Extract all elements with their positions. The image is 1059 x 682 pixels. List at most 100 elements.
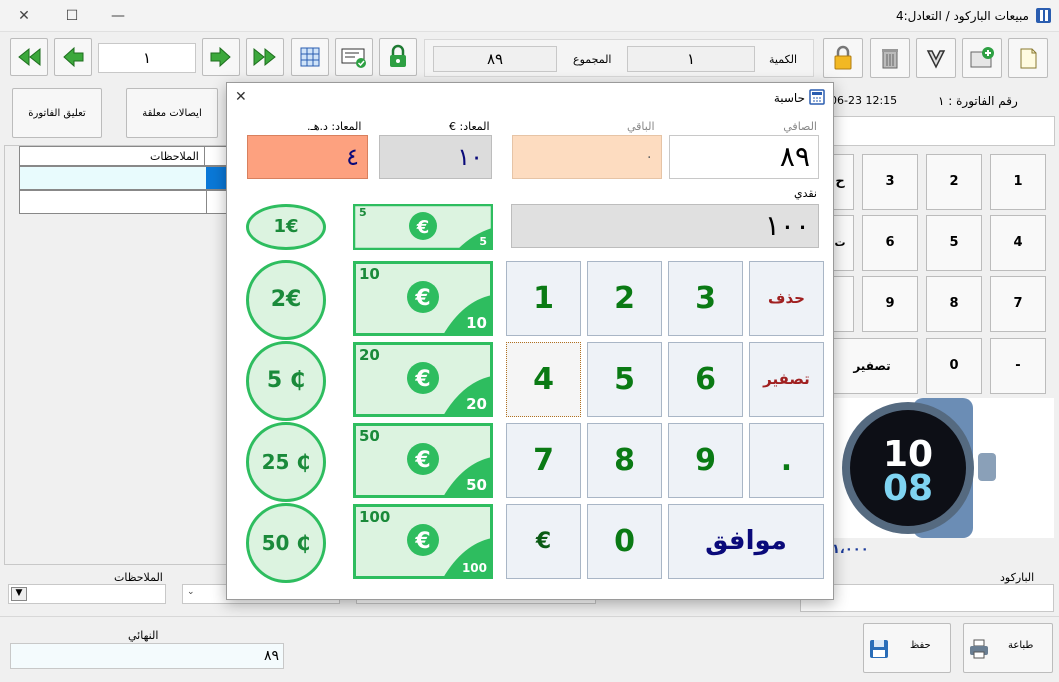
printer-icon: [970, 639, 988, 659]
keypad-key[interactable]: -: [990, 338, 1046, 394]
svg-text:€: €: [414, 529, 430, 554]
calc-key-euro[interactable]: €: [506, 504, 581, 579]
note-5-button[interactable]: € 5 5: [352, 203, 494, 251]
remaining-label: الباقي: [627, 120, 655, 133]
lock-green-button[interactable]: [379, 38, 417, 76]
net-display: ٨٩: [669, 135, 819, 179]
save-icon: [870, 640, 888, 658]
keypad-key[interactable]: 5: [926, 215, 982, 271]
lock-button[interactable]: [823, 38, 863, 78]
coin-5-button[interactable]: 5 ₵: [246, 341, 326, 421]
change-aed-label: المعاد: د.هـ.: [307, 120, 362, 133]
calculator-title: حاسبة: [773, 91, 805, 105]
shield-icon: [926, 50, 946, 69]
new-invoice-button[interactable]: [1008, 38, 1048, 78]
note-value: 20: [466, 395, 487, 413]
calc-delete-button[interactable]: حذف: [749, 261, 824, 336]
remaining-display: ٠: [512, 135, 662, 179]
change-eur-display: ١٠: [379, 135, 492, 179]
keypad-key[interactable]: 3: [862, 154, 918, 210]
calc-ok-button[interactable]: موافق: [668, 504, 824, 579]
notes-dropdown[interactable]: ▼: [8, 584, 166, 604]
calc-key-8[interactable]: 8: [587, 423, 662, 498]
new-document-icon: [1020, 48, 1037, 69]
smartwatch-image: 10 08: [842, 398, 996, 538]
keypad-key[interactable]: تصفير: [826, 338, 918, 394]
totals-box: ٨٩ المجموع ١ الكمية: [424, 39, 814, 77]
svg-text:€: €: [414, 448, 430, 473]
receipt-check-icon: [341, 48, 366, 68]
padlock-icon: [834, 45, 852, 70]
euro-note-icon: €: [352, 203, 494, 251]
double-arrow-right-icon: [253, 47, 276, 67]
invoice-info-field[interactable]: [828, 116, 1055, 146]
calc-key-3[interactable]: 3: [668, 261, 743, 336]
table-row[interactable]: [19, 166, 232, 190]
keypad-key[interactable]: 7: [990, 276, 1046, 332]
keypad-key[interactable]: 0: [926, 338, 982, 394]
held-receipts-button[interactable]: ايصالات معلقة: [126, 88, 218, 138]
total-value: ٨٩: [433, 46, 557, 72]
calc-key-6[interactable]: 6: [668, 342, 743, 417]
keypad-key[interactable]: 9: [862, 276, 918, 332]
calc-key-1[interactable]: 1: [506, 261, 581, 336]
close-calculator-button[interactable]: ✕: [235, 89, 247, 105]
note-20-button[interactable]: € 20 20: [353, 342, 493, 417]
calc-key-4[interactable]: 4: [506, 342, 581, 417]
note-50-button[interactable]: € 50 50: [353, 423, 493, 498]
receipt-check-button[interactable]: [335, 38, 373, 76]
items-table: الملاحظات: [4, 145, 232, 565]
calc-key-7[interactable]: 7: [506, 423, 581, 498]
note-value: 50: [466, 476, 487, 494]
app-icon: [1036, 8, 1051, 23]
grid-view-button[interactable]: [291, 38, 329, 76]
svg-text:€: €: [414, 286, 430, 311]
coin-25-button[interactable]: 25 ₵: [246, 422, 326, 502]
arrow-right-icon: [210, 46, 231, 68]
product-price: ١،٠٠٠: [832, 542, 869, 557]
calc-key-5[interactable]: 5: [587, 342, 662, 417]
save-button[interactable]: حفظ: [863, 623, 951, 673]
maximize-button[interactable]: ☐: [62, 6, 82, 26]
table-row[interactable]: [19, 190, 231, 214]
keypad-key[interactable]: 1: [990, 154, 1046, 210]
next-record-button[interactable]: [202, 38, 240, 76]
dropdown-arrow-icon[interactable]: ▼: [11, 587, 27, 601]
invoice-datetime: 06-23 12:15: [830, 94, 898, 107]
keypad-key[interactable]: 4: [990, 215, 1046, 271]
first-record-button[interactable]: [10, 38, 48, 76]
delete-button[interactable]: [870, 38, 910, 78]
calc-key-9[interactable]: 9: [668, 423, 743, 498]
save-label: حفظ: [910, 640, 931, 651]
prev-record-button[interactable]: [54, 38, 92, 76]
note-100-button[interactable]: € 100 100: [353, 504, 493, 579]
keypad-key[interactable]: 8: [926, 276, 982, 332]
coin-50-button[interactable]: 50 ₵: [246, 503, 326, 583]
coin-1-button[interactable]: 1€: [246, 204, 326, 250]
svg-text:€: €: [414, 367, 430, 392]
calc-key-2[interactable]: 2: [587, 261, 662, 336]
barcode-label: الباركود: [1000, 571, 1035, 584]
keypad-key[interactable]: 2: [926, 154, 982, 210]
calc-key-dot[interactable]: .: [749, 423, 824, 498]
add-item-button[interactable]: [962, 38, 1002, 78]
barcode-input[interactable]: [800, 584, 1054, 612]
print-label: طباعة: [1008, 640, 1034, 651]
cash-input[interactable]: ١٠٠: [511, 204, 819, 248]
last-record-button[interactable]: [246, 38, 284, 76]
keypad-key[interactable]: 6: [862, 215, 918, 271]
calc-key-0[interactable]: 0: [587, 504, 662, 579]
note-10-button[interactable]: € 10 10: [353, 261, 493, 336]
lock-icon: [390, 44, 406, 67]
total-label: المجموع: [573, 53, 612, 66]
calc-reset-button[interactable]: تصفير: [749, 342, 824, 417]
coin-2-button[interactable]: 2€: [246, 260, 326, 340]
shield-button[interactable]: [916, 38, 956, 78]
page-number-field[interactable]: ١: [98, 43, 196, 73]
minimize-button[interactable]: —: [108, 6, 128, 26]
hold-invoice-button[interactable]: تعليق الفاتورة: [12, 88, 102, 138]
calculator-dialog: ✕ حاسبة الصافي ٨٩ الباقي ٠ المعاد: € ١٠ …: [226, 82, 834, 600]
print-button[interactable]: طباعة: [963, 623, 1053, 673]
close-window-button[interactable]: ✕: [14, 6, 34, 26]
trash-icon: [882, 49, 898, 69]
